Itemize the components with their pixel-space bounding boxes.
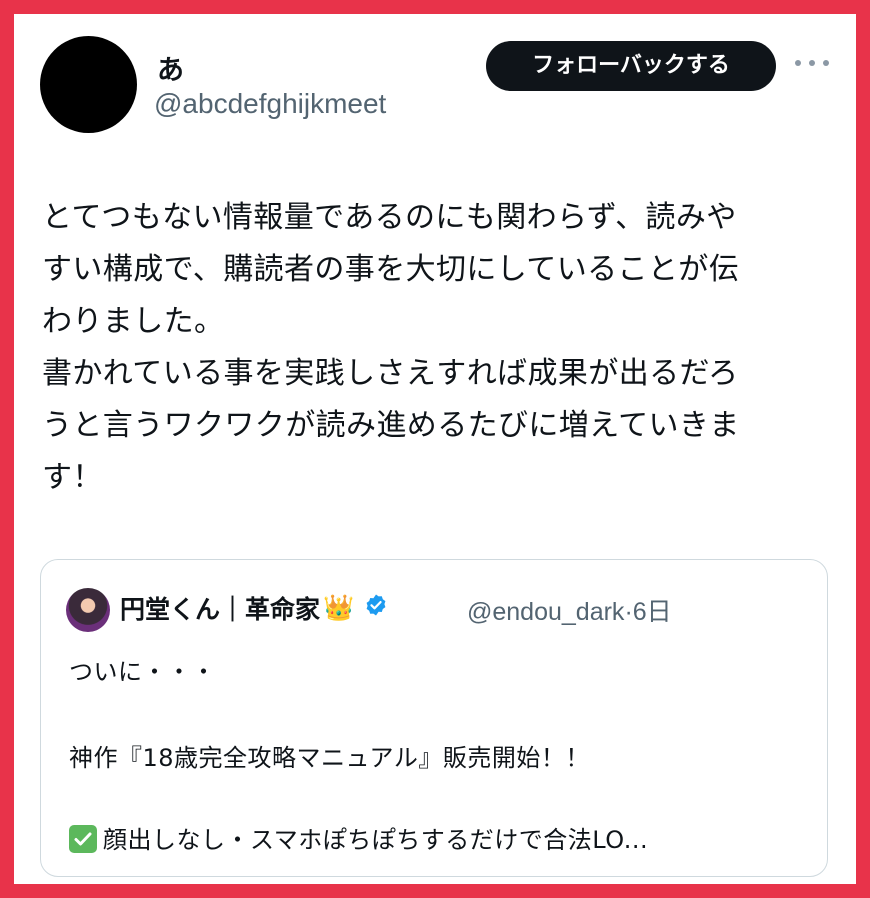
tweet-line: すい構成で、購読者の事を大切にしていることが伝 <box>42 252 740 287</box>
tweet-line: うと言うワクワクが読み進めるたびに増えていきま <box>42 408 740 443</box>
crown-icon: 👑 <box>323 593 355 622</box>
verified-badge-icon <box>364 593 388 623</box>
tweet-body: とてつもない情報量であるのにも関わらず、読みや すい構成で、購読者の事を大切にし… <box>42 192 842 504</box>
quoted-time: ·6日 <box>624 598 672 626</box>
quoted-author-handle-time[interactable]: @endou_dark·6日 <box>467 592 672 628</box>
tweet-line: わりました。 <box>42 304 225 339</box>
quoted-line-with-check: 顔出しなし・スマホぽちぽちするだけで合法LO... <box>69 820 648 855</box>
quoted-line: 神作『18歳完全攻略マニュアル』販売開始！！ <box>69 744 590 772</box>
quoted-author-name-text: 円堂くん｜革命家 <box>120 595 321 624</box>
follow-back-button[interactable]: フォローバックする <box>486 41 776 91</box>
more-options-icon[interactable] <box>795 51 829 75</box>
quoted-tweet[interactable]: 円堂くん｜革命家 👑 @endou_dark·6日 ついに・・・ 神作『18歳完… <box>40 559 828 877</box>
quoted-avatar[interactable] <box>66 588 110 632</box>
tweet-line: す！ <box>42 460 103 495</box>
tweet-line: とてつもない情報量であるのにも関わらず、読みや <box>42 200 737 235</box>
tweet-card: あ @abcdefghijkmeet フォローバックする とてつもない情報量であ… <box>14 14 856 884</box>
check-mark-icon <box>69 825 97 853</box>
quoted-line-text: 顔出しなし・スマホぽちぽちするだけで合法LO... <box>103 826 649 854</box>
quoted-handle: @endou_dark <box>467 598 625 626</box>
author-name[interactable]: あ <box>157 48 184 87</box>
quoted-line: ついに・・・ <box>69 658 216 686</box>
author-handle[interactable]: @abcdefghijkmeet <box>154 88 386 120</box>
avatar[interactable] <box>40 36 137 133</box>
tweet-line: 書かれている事を実践しさえすれば成果が出るだろ <box>42 356 739 391</box>
quoted-author-name[interactable]: 円堂くん｜革命家 👑 <box>120 590 388 626</box>
